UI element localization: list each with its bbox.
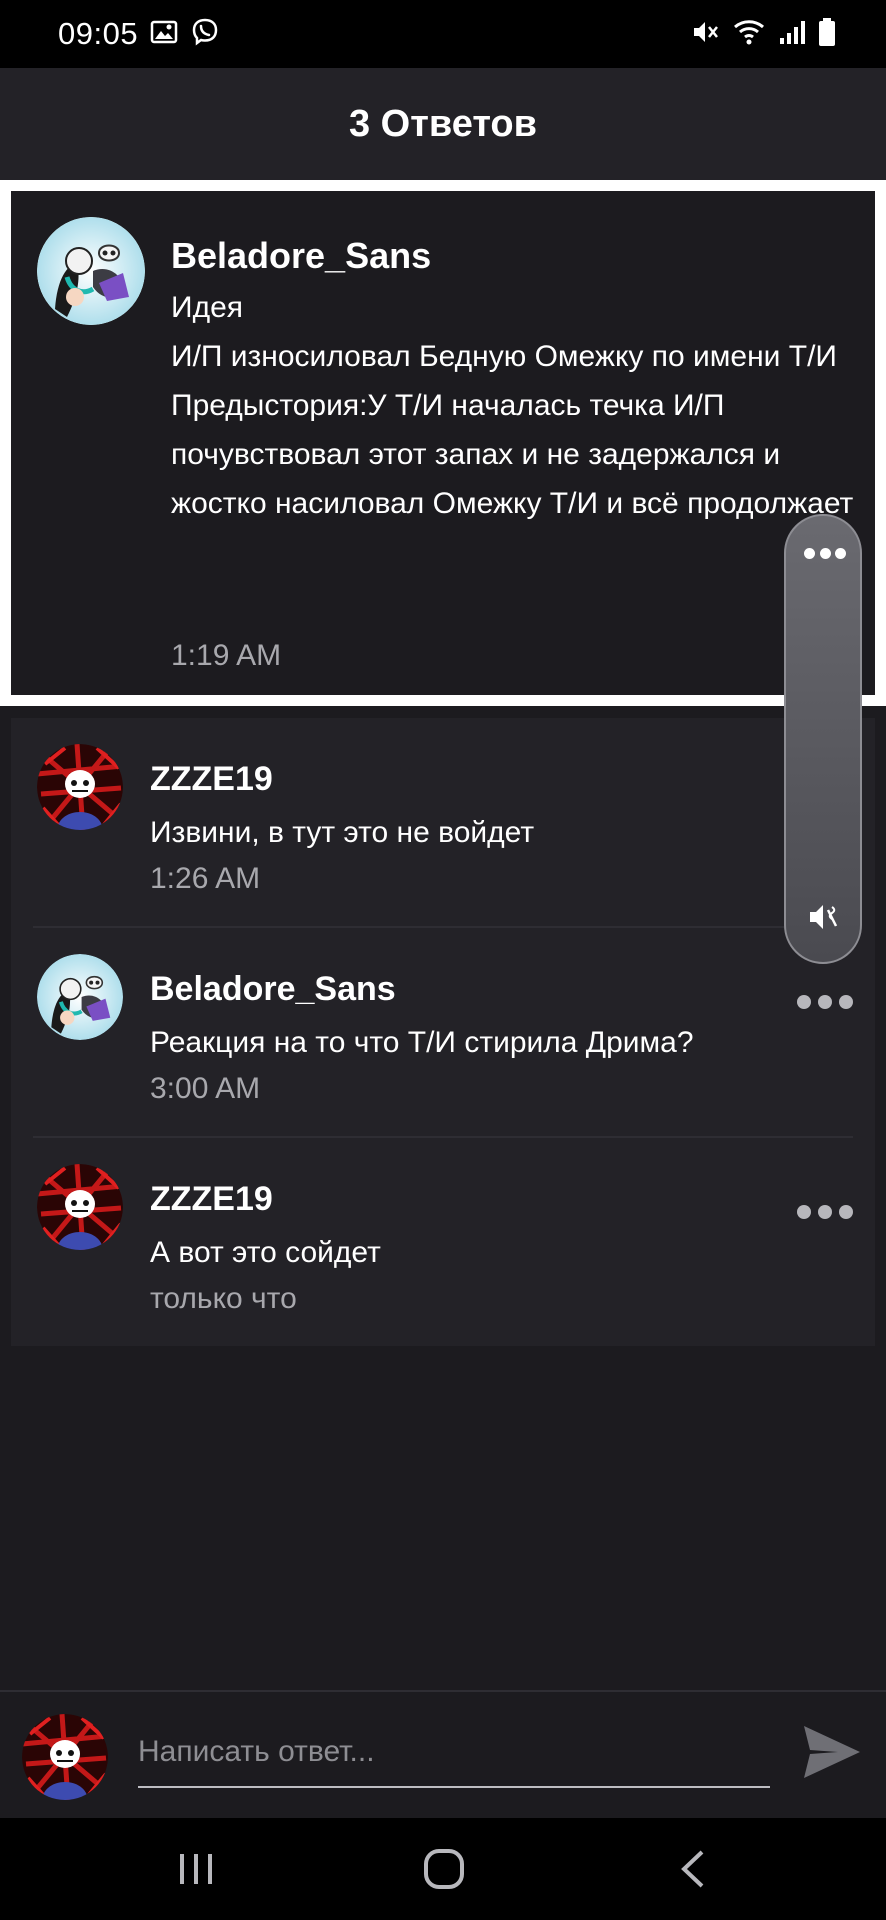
comment-timestamp: 1:19 AM xyxy=(171,639,282,672)
avatar[interactable] xyxy=(37,1164,123,1250)
list-item[interactable]: ZZZE19 Извини, в тут это не войдет 1:26 … xyxy=(11,718,875,928)
page-title: 3 Ответов xyxy=(348,102,538,145)
back-icon[interactable] xyxy=(664,1846,724,1892)
more-options-icon[interactable] xyxy=(797,990,853,1014)
home-icon[interactable] xyxy=(414,1846,474,1892)
list-item[interactable]: ZZZE19 А вот это сойдет только что xyxy=(11,1138,875,1348)
comment-timestamp: 3:00 AM xyxy=(150,1072,261,1105)
comment-text: А вот это сойдет xyxy=(150,1236,381,1269)
wifi-icon xyxy=(732,17,766,52)
reply-input[interactable] xyxy=(138,1718,770,1788)
send-icon[interactable] xyxy=(800,1720,864,1784)
comment-text: Извини, в тут это не войдет xyxy=(150,816,535,849)
status-bar: 09:05 xyxy=(0,0,886,68)
avatar xyxy=(22,1714,108,1800)
gallery-notification-icon xyxy=(150,19,178,50)
status-bar-left: 09:05 xyxy=(58,16,220,52)
comment-text: Реакция на то что Т/И стирила Дрима? xyxy=(150,1026,694,1059)
battery-icon xyxy=(818,17,836,52)
comment-text: Идея И/П износиловал Бедную Омежку по им… xyxy=(171,291,854,520)
signal-icon xyxy=(778,18,806,51)
comment-author[interactable]: ZZZE19 xyxy=(150,1180,273,1219)
replies-header: 3 Ответов xyxy=(0,68,886,180)
system-nav-bar xyxy=(0,1818,886,1920)
comment-timestamp: только что xyxy=(150,1282,297,1315)
mute-status-icon xyxy=(690,17,720,52)
avatar[interactable] xyxy=(37,217,145,325)
app-root: 09:05 3 Ответов Beladore_Sans Идея И/П и… xyxy=(0,0,886,1920)
list-item[interactable]: Beladore_Sans Реакция на то что Т/И стир… xyxy=(11,928,875,1138)
avatar[interactable] xyxy=(37,954,123,1040)
reply-composer xyxy=(0,1690,886,1818)
more-options-icon[interactable] xyxy=(797,1200,853,1224)
status-bar-right xyxy=(690,17,836,52)
status-time: 09:05 xyxy=(58,16,139,51)
highlighted-comment-frame: Beladore_Sans Идея И/П износиловал Бедну… xyxy=(0,180,886,706)
avatar[interactable] xyxy=(37,744,123,830)
volume-panel[interactable] xyxy=(784,514,862,964)
parent-comment[interactable]: Beladore_Sans Идея И/П износиловал Бедну… xyxy=(11,191,875,695)
comment-author[interactable]: Beladore_Sans xyxy=(171,235,431,277)
comment-author[interactable]: ZZZE19 xyxy=(150,760,273,799)
recent-apps-icon[interactable] xyxy=(166,1846,226,1892)
replies-list: ZZZE19 Извини, в тут это не войдет 1:26 … xyxy=(11,718,875,1346)
vibrate-mode-icon[interactable] xyxy=(806,899,842,940)
comment-author[interactable]: Beladore_Sans xyxy=(150,970,396,1009)
volume-settings-icon[interactable] xyxy=(804,548,846,560)
viber-notification-icon xyxy=(190,17,220,52)
comment-timestamp: 1:26 AM xyxy=(150,862,261,895)
